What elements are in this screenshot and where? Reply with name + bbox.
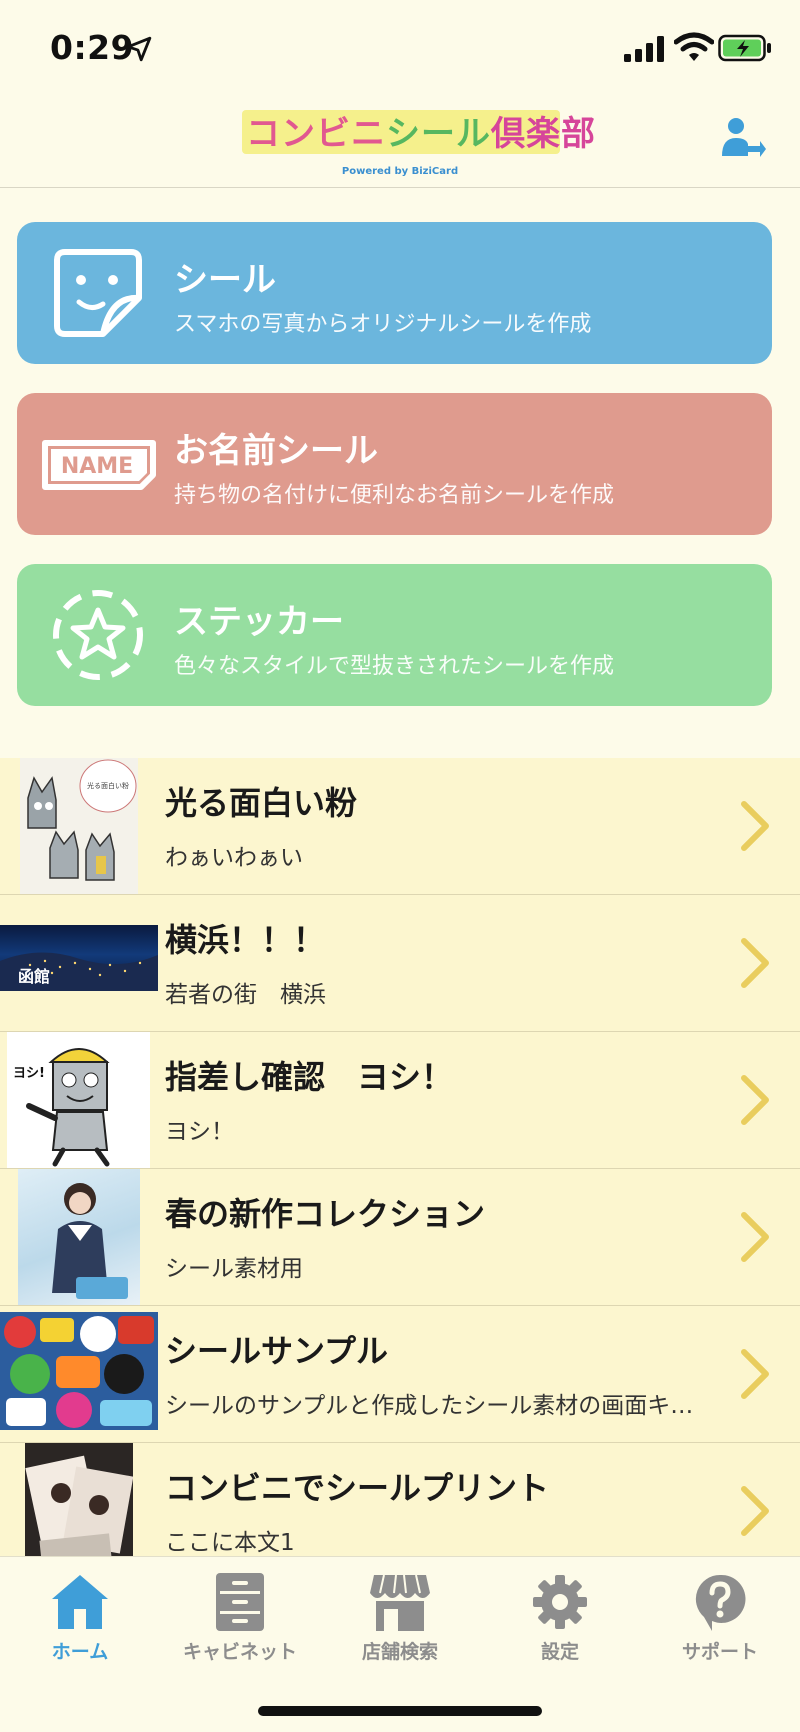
tab-label: サポート bbox=[681, 1641, 758, 1663]
name-seal-card-title: お名前シール bbox=[174, 431, 378, 471]
tab-home[interactable]: ホーム bbox=[0, 1567, 160, 1667]
list-item[interactable]: コンビニでシールプリント ここに本文1 bbox=[0, 1443, 800, 1556]
item-subtitle: わぁいわぁい bbox=[165, 845, 303, 871]
logo-part-1: コンビニ bbox=[246, 114, 386, 154]
store-icon bbox=[370, 1574, 430, 1631]
item-title: 指差し確認 ヨシ！ bbox=[165, 1058, 454, 1096]
item-title: 春の新作コレクション bbox=[165, 1195, 486, 1233]
sticker-card-title: ステッカー bbox=[174, 602, 344, 642]
item-subtitle: ここに本文1 bbox=[165, 1530, 295, 1556]
chevron-right-icon[interactable] bbox=[738, 1072, 772, 1128]
thumb-caption: 函館 bbox=[18, 967, 51, 986]
tab-support[interactable]: サポート bbox=[640, 1567, 800, 1667]
logo-text: コンビニシール倶楽部 bbox=[246, 106, 595, 156]
list-item[interactable]: シールサンプル シールのサンプルと作成したシール素材の画面キ… bbox=[0, 1306, 800, 1443]
item-thumbnail bbox=[0, 1312, 158, 1430]
list-item[interactable]: 函館 横浜！！！ 若者の街 横浜 bbox=[0, 895, 800, 1032]
cat-meme-thumbnail: 光る面白い粉 bbox=[27, 759, 137, 881]
logo-part-2: シール bbox=[386, 114, 491, 154]
tab-store-search[interactable]: 店舗検索 bbox=[320, 1567, 480, 1667]
logo-part-3: 倶楽部 bbox=[491, 114, 596, 154]
tab-label: ホーム bbox=[51, 1641, 109, 1663]
sticker-card[interactable]: ステッカー 色々なスタイルで型抜きされたシールを作成 bbox=[17, 564, 772, 706]
list-item[interactable]: ヨシ! 指差し確認 ヨシ！ ヨシ！ bbox=[0, 1032, 800, 1169]
item-thumbnail: ヨシ! bbox=[7, 1032, 150, 1168]
item-title: シールサンプル bbox=[165, 1332, 389, 1370]
item-subtitle: 若者の街 横浜 bbox=[165, 982, 326, 1008]
name-tag-text: NAME bbox=[61, 454, 133, 479]
chevron-right-icon[interactable] bbox=[738, 798, 772, 854]
seal-card-description: スマホの写真からオリジナルシールを作成 bbox=[174, 312, 592, 337]
thumb-caption: ヨシ! bbox=[13, 1066, 45, 1081]
logo-powered-by: Powered by BiziCard bbox=[341, 166, 459, 177]
signal-icon bbox=[624, 36, 664, 62]
status-bar: 0:29 bbox=[0, 0, 800, 96]
name-seal-card[interactable]: NAME お名前シール 持ち物の名付けに便利なお名前シールを作成 bbox=[17, 393, 772, 535]
name-tag-icon: NAME bbox=[42, 440, 156, 490]
chevron-right-icon[interactable] bbox=[738, 1483, 772, 1539]
tab-label: 設定 bbox=[540, 1641, 579, 1663]
app-header: コンビニシール倶楽部 Powered by BiziCard bbox=[0, 96, 800, 188]
list-item[interactable]: 春の新作コレクション シール素材用 bbox=[0, 1169, 800, 1306]
list-item[interactable]: 光る面白い粉 光る面白い粉 わぁいわぁい bbox=[0, 758, 800, 895]
item-title: 横浜！！！ bbox=[165, 921, 326, 959]
content-list: 光る面白い粉 光る面白い粉 わぁいわぁい 函館 横浜！！！ 若者の街 横浜 ヨシ… bbox=[0, 758, 800, 1556]
status-time: 0:29 bbox=[50, 28, 135, 67]
wifi-icon bbox=[674, 32, 714, 61]
chevron-right-icon[interactable] bbox=[738, 1346, 772, 1402]
app-logo: コンビニシール倶楽部 Powered by BiziCard bbox=[240, 100, 595, 184]
item-thumbnail bbox=[18, 1169, 140, 1305]
photo-prints-thumbnail bbox=[25, 1443, 133, 1556]
home-indicator bbox=[258, 1706, 542, 1716]
item-thumbnail bbox=[25, 1443, 133, 1556]
home-icon bbox=[52, 1575, 108, 1629]
star-badge-icon bbox=[53, 590, 143, 680]
seal-card[interactable]: シール スマホの写真からオリジナルシールを作成 bbox=[17, 222, 772, 364]
chevron-right-icon[interactable] bbox=[738, 935, 772, 991]
svg-text:光る面白い粉: 光る面白い粉 bbox=[87, 781, 129, 790]
tab-label: キャビネット bbox=[182, 1641, 297, 1663]
sticker-face-icon bbox=[54, 249, 142, 337]
item-title: 光る面白い粉 bbox=[165, 784, 358, 822]
item-thumbnail: 光る面白い粉 bbox=[20, 758, 138, 894]
help-icon bbox=[695, 1574, 746, 1631]
item-thumbnail: 函館 bbox=[0, 925, 158, 991]
tab-settings[interactable]: 設定 bbox=[480, 1567, 640, 1667]
sticker-card-description: 色々なスタイルで型抜きされたシールを作成 bbox=[174, 654, 615, 679]
gear-icon bbox=[533, 1575, 587, 1629]
item-subtitle: シールのサンプルと作成したシール素材の画面キ… bbox=[165, 1393, 694, 1419]
chevron-right-icon[interactable] bbox=[738, 1209, 772, 1265]
item-subtitle: ヨシ！ bbox=[165, 1119, 234, 1145]
sticker-collage-thumbnail bbox=[0, 1312, 158, 1430]
location-arrow-icon bbox=[126, 36, 152, 62]
logout-icon[interactable] bbox=[720, 116, 766, 162]
tab-label: 店舗検索 bbox=[361, 1641, 438, 1663]
item-title: コンビニでシールプリント bbox=[165, 1469, 550, 1507]
seal-card-title: シール bbox=[174, 260, 276, 300]
battery-icon bbox=[718, 34, 771, 62]
cabinet-icon bbox=[216, 1573, 264, 1631]
portrait-photo-thumbnail bbox=[52, 1183, 128, 1299]
name-seal-card-description: 持ち物の名付けに便利なお名前シールを作成 bbox=[174, 483, 615, 508]
tab-cabinet[interactable]: キャビネット bbox=[160, 1567, 320, 1667]
pointing-cat-thumbnail bbox=[26, 1048, 110, 1167]
item-subtitle: シール素材用 bbox=[165, 1256, 303, 1282]
